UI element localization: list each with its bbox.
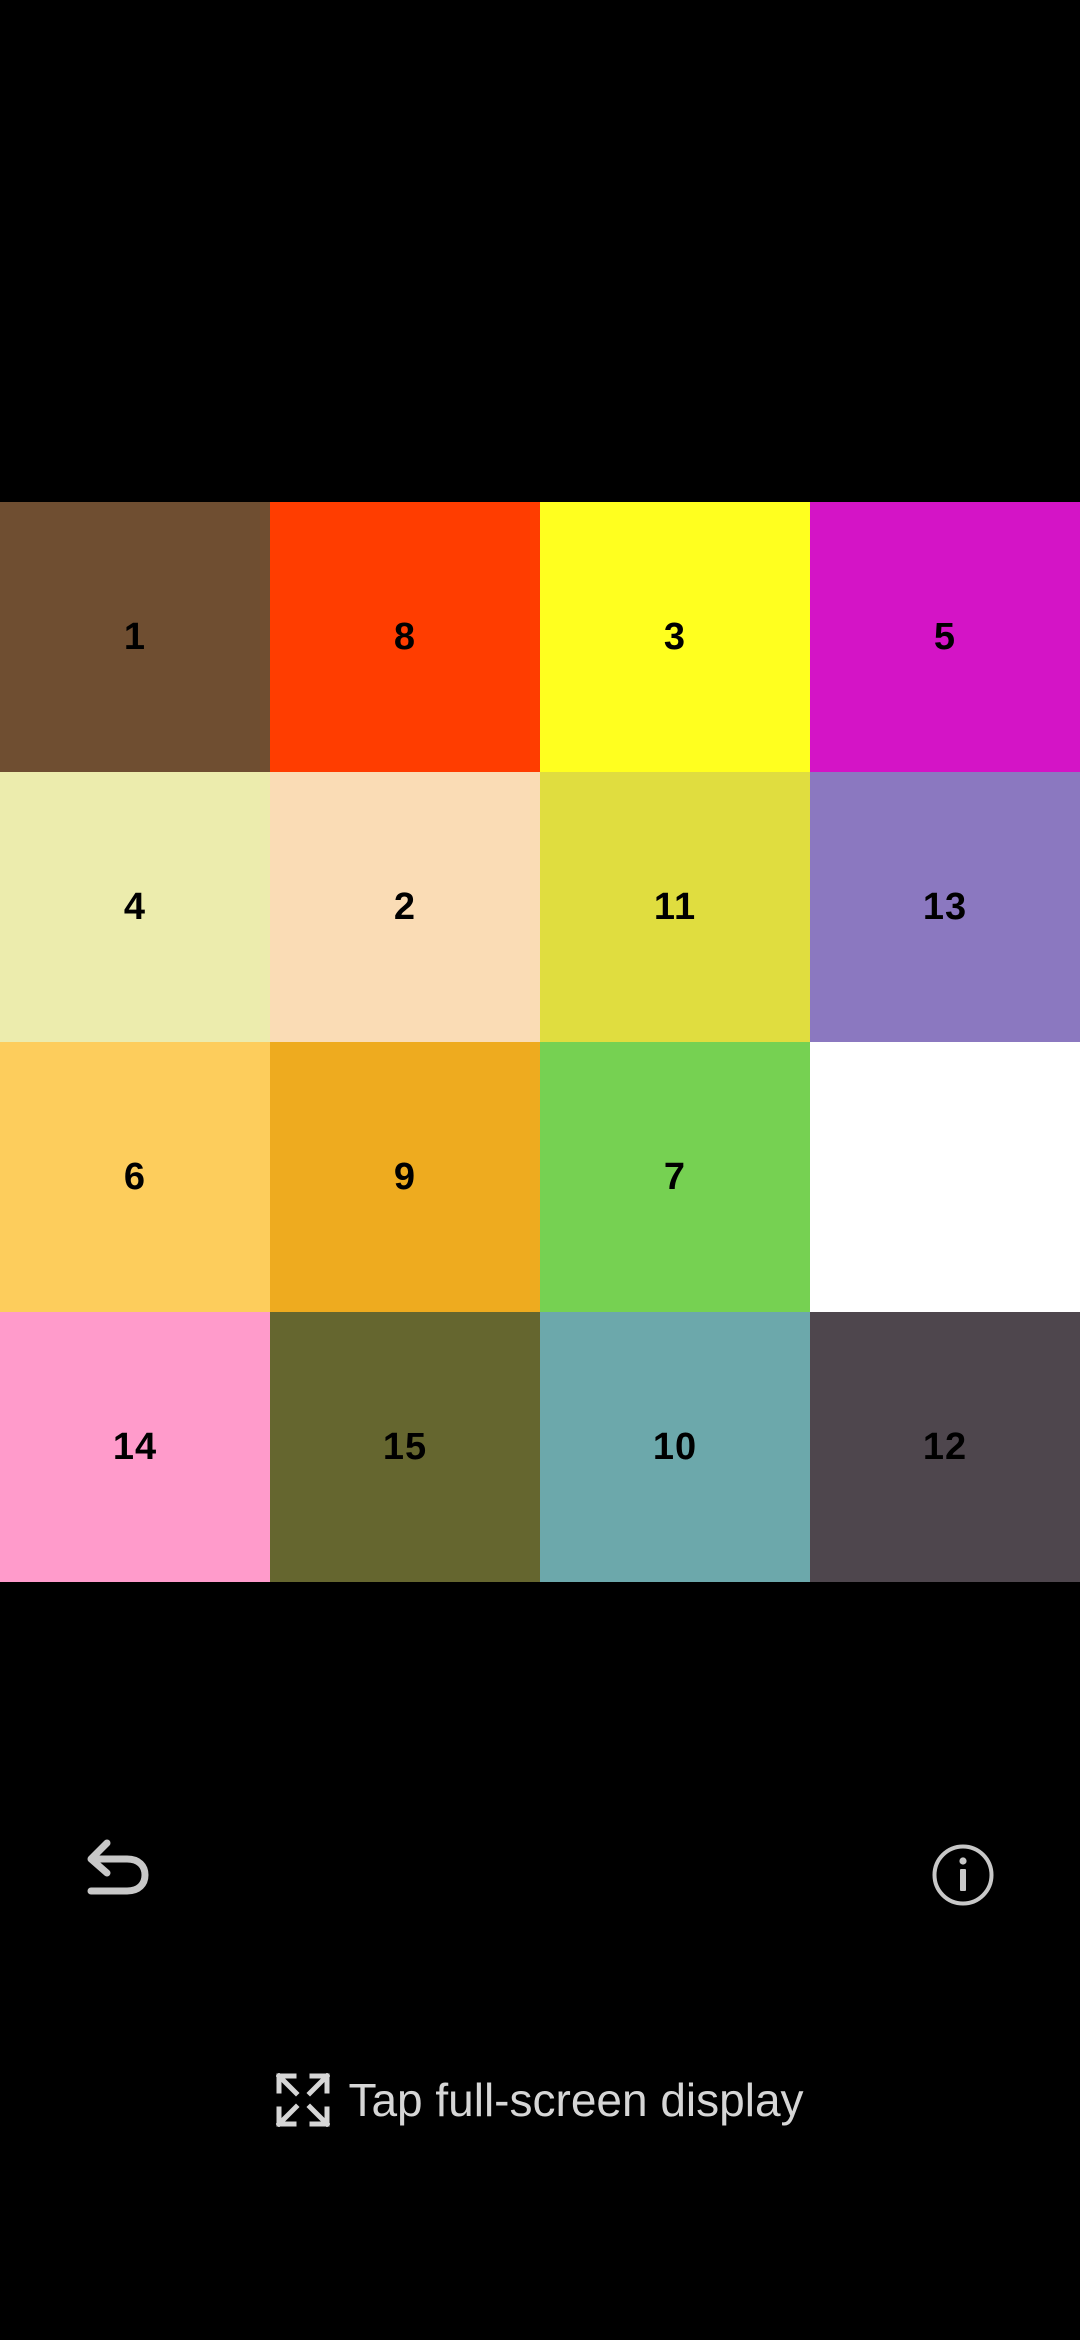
puzzle-tile[interactable]: 6 bbox=[0, 1042, 270, 1312]
tile-number: 13 bbox=[922, 885, 968, 928]
undo-button[interactable] bbox=[78, 1826, 158, 1906]
tile-number: 2 bbox=[393, 885, 417, 928]
puzzle-tile[interactable]: 14 bbox=[0, 1312, 270, 1582]
fullscreen-toggle[interactable]: Tap full-screen display bbox=[0, 2060, 1080, 2140]
tile-number: 10 bbox=[652, 1425, 698, 1468]
puzzle-tile[interactable]: 10 bbox=[540, 1312, 810, 1582]
puzzle-tile[interactable]: 7 bbox=[540, 1042, 810, 1312]
tile-number: 1 bbox=[123, 615, 147, 658]
tile-number: 15 bbox=[382, 1425, 428, 1468]
tile-number: 9 bbox=[393, 1155, 417, 1198]
puzzle-tile[interactable]: 12 bbox=[810, 1312, 1080, 1582]
info-button[interactable] bbox=[922, 1834, 1004, 1916]
fullscreen-label: Tap full-screen display bbox=[348, 2074, 804, 2126]
puzzle-tile[interactable]: 3 bbox=[540, 502, 810, 772]
undo-arrow-icon bbox=[87, 1839, 149, 1895]
puzzle-tile[interactable]: 5 bbox=[810, 502, 1080, 772]
puzzle-tile[interactable]: 2 bbox=[270, 772, 540, 1042]
puzzle-tile[interactable]: 1 bbox=[0, 502, 270, 772]
puzzle-board: 1 8 3 5 4 2 11 13 6 9 7 14 15 10 12 bbox=[0, 502, 1080, 1582]
tile-number: 14 bbox=[112, 1425, 158, 1468]
tile-number: 11 bbox=[653, 885, 697, 928]
expand-arrows-icon bbox=[276, 2073, 331, 2127]
puzzle-tile[interactable]: 9 bbox=[270, 1042, 540, 1312]
puzzle-tile[interactable]: 4 bbox=[0, 772, 270, 1042]
puzzle-tile[interactable]: 15 bbox=[270, 1312, 540, 1582]
puzzle-tile[interactable]: 13 bbox=[810, 772, 1080, 1042]
tile-number: 6 bbox=[123, 1155, 147, 1198]
tile-number: 7 bbox=[663, 1155, 687, 1198]
tile-number: 5 bbox=[933, 615, 957, 658]
tile-number: 12 bbox=[922, 1425, 968, 1468]
empty-slot[interactable] bbox=[810, 1042, 1080, 1312]
tile-number: 3 bbox=[663, 615, 687, 658]
info-icon bbox=[932, 1844, 994, 1906]
tile-number: 8 bbox=[393, 615, 417, 658]
puzzle-tile[interactable]: 11 bbox=[540, 772, 810, 1042]
tile-number: 4 bbox=[123, 885, 147, 928]
puzzle-tile[interactable]: 8 bbox=[270, 502, 540, 772]
